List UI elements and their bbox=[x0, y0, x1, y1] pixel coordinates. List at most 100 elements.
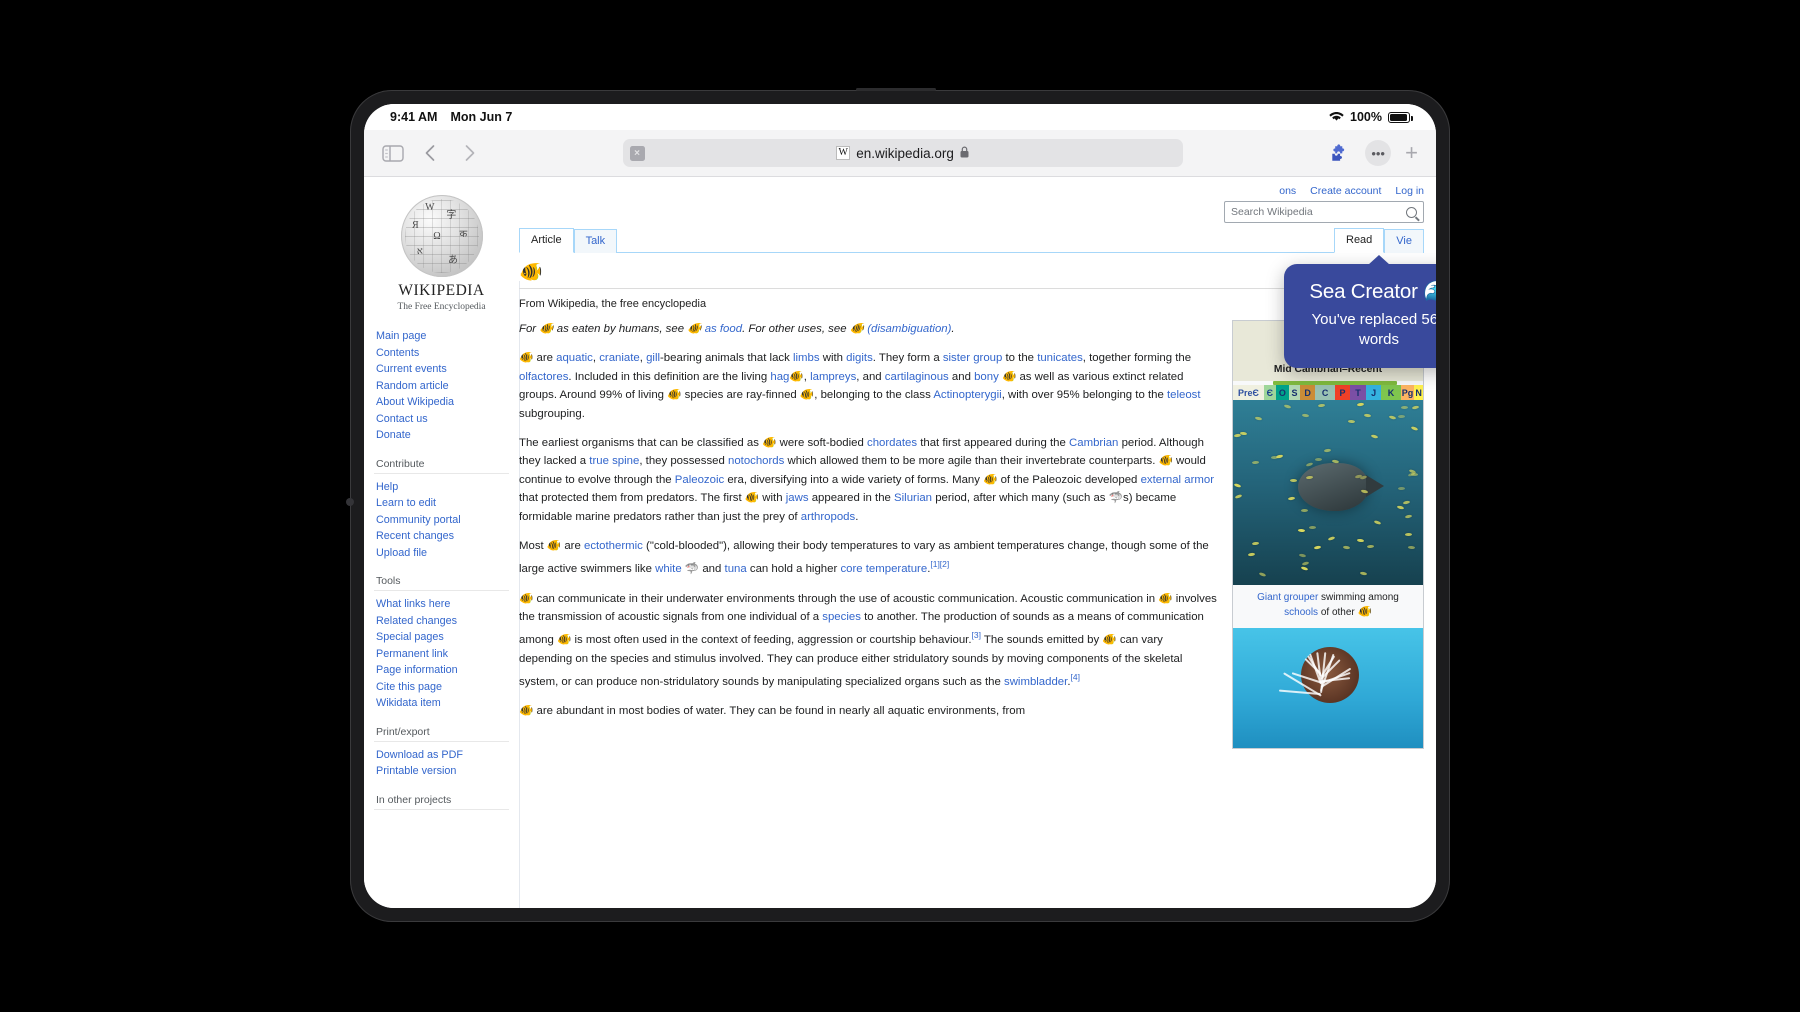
stop-loading-icon[interactable]: × bbox=[630, 146, 645, 161]
geologic-period-S[interactable]: S bbox=[1289, 385, 1300, 400]
sidebar-item-permanent-link[interactable]: Permanent link bbox=[374, 646, 509, 663]
sidebar-item-learn-to-edit[interactable]: Learn to edit bbox=[374, 495, 509, 512]
sidebar-item-special-pages[interactable]: Special pages bbox=[374, 629, 509, 646]
page-title: 🐠 bbox=[519, 263, 543, 282]
create-account-link[interactable]: Create account bbox=[1310, 185, 1381, 197]
article-link[interactable]: aquatic bbox=[556, 352, 593, 364]
article-link[interactable]: arthropods bbox=[801, 511, 855, 523]
article-link[interactable]: cartilaginous bbox=[885, 371, 949, 383]
article-link[interactable]: teleost bbox=[1167, 389, 1201, 401]
article-link[interactable]: tunicates bbox=[1037, 352, 1083, 364]
geologic-period-K[interactable]: K bbox=[1381, 385, 1400, 400]
geologic-period-O[interactable]: O bbox=[1276, 385, 1290, 400]
sidebar-item-wikidata-item[interactable]: Wikidata item bbox=[374, 695, 509, 712]
sidebar-item-help[interactable]: Help bbox=[374, 479, 509, 496]
article-link[interactable]: olfactores bbox=[519, 371, 568, 383]
search-icon[interactable] bbox=[1406, 207, 1417, 218]
article-link[interactable]: tuna bbox=[725, 563, 747, 575]
sidebar-item-about-wikipedia[interactable]: About Wikipedia bbox=[374, 394, 509, 411]
sidebar-item-page-information[interactable]: Page information bbox=[374, 662, 509, 679]
geologic-period-J[interactable]: J bbox=[1366, 385, 1382, 400]
address-bar[interactable]: × W en.wikipedia.org bbox=[623, 139, 1183, 167]
article-link[interactable]: lampreys bbox=[810, 371, 856, 383]
article-link[interactable]: Actinopterygii bbox=[933, 389, 1001, 401]
sidebar-item-contact-us[interactable]: Contact us bbox=[374, 411, 509, 428]
sidebar-item-printable-version[interactable]: Printable version bbox=[374, 763, 509, 780]
new-tab-icon[interactable]: + bbox=[1405, 140, 1418, 166]
lionfish-photo bbox=[1233, 628, 1423, 748]
article-link[interactable]: true spine bbox=[589, 455, 639, 467]
article-link[interactable]: Cambrian bbox=[1069, 437, 1118, 449]
article-link[interactable]: Giant grouper bbox=[1257, 592, 1318, 603]
sidebar-item-what-links-here[interactable]: What links here bbox=[374, 596, 509, 613]
article-link[interactable]: hag bbox=[770, 371, 789, 383]
tab-vie[interactable]: Vie bbox=[1384, 229, 1424, 253]
tab-article[interactable]: Article bbox=[519, 228, 574, 253]
wikipedia-search-box[interactable]: Search Wikipedia bbox=[1224, 201, 1424, 223]
article-link[interactable]: Silurian bbox=[894, 492, 932, 504]
geologic-period-PreЄ[interactable]: PreЄ bbox=[1233, 385, 1264, 400]
reference-marker[interactable]: [1][2] bbox=[930, 559, 949, 569]
sidebar-item-contents[interactable]: Contents bbox=[374, 345, 509, 362]
sidebar-group: Print/export Download as PDF Printable ver… bbox=[374, 726, 509, 780]
article-link[interactable]: (disambiguation) bbox=[864, 323, 951, 335]
article-link[interactable]: swimbladder bbox=[1004, 676, 1067, 688]
article-link[interactable]: white bbox=[655, 563, 682, 575]
school-fish-dot bbox=[1314, 458, 1321, 461]
sidebar-item-download-as-pdf[interactable]: Download as PDF bbox=[374, 747, 509, 764]
tab-read[interactable]: Read bbox=[1334, 228, 1384, 253]
article-link[interactable]: jaws bbox=[786, 492, 809, 504]
article-link[interactable]: as food bbox=[702, 323, 743, 335]
sidebar-item-donate[interactable]: Donate bbox=[374, 427, 509, 444]
article-link[interactable]: core temperature bbox=[840, 563, 927, 575]
sidebar-icon[interactable] bbox=[382, 145, 404, 162]
sidebar-item-current-events[interactable]: Current events bbox=[374, 361, 509, 378]
geologic-period-P[interactable]: P bbox=[1335, 385, 1351, 400]
chevron-left-icon[interactable] bbox=[420, 142, 442, 164]
article-link[interactable]: ectothermic bbox=[584, 540, 643, 552]
geologic-period-C[interactable]: C bbox=[1315, 385, 1334, 400]
sidebar-item-recent-changes[interactable]: Recent changes bbox=[374, 528, 509, 545]
article-link[interactable]: species bbox=[822, 611, 861, 623]
school-fish-dot bbox=[1234, 483, 1242, 488]
wikipedia-tagline: The Free Encyclopedia bbox=[374, 302, 509, 312]
more-menu-icon[interactable]: ••• bbox=[1365, 140, 1391, 166]
school-fish-dot bbox=[1357, 403, 1364, 407]
replaced-word-emoji: 🐠 bbox=[1158, 593, 1172, 605]
article-link[interactable]: external armor bbox=[1141, 474, 1214, 486]
article-link[interactable]: bony bbox=[974, 371, 999, 383]
geologic-period-N[interactable]: N bbox=[1414, 385, 1423, 400]
sidebar-item-random-article[interactable]: Random article bbox=[374, 378, 509, 395]
article-link[interactable]: limbs bbox=[793, 352, 820, 364]
geologic-period-Pg[interactable]: Pg bbox=[1401, 385, 1415, 400]
log-in-link[interactable]: Log in bbox=[1395, 185, 1424, 197]
article-link[interactable]: sister group bbox=[943, 352, 1003, 364]
geologic-period-Є[interactable]: Є bbox=[1264, 385, 1276, 400]
wikipedia-logo[interactable]: W 字 Я क Ω א あ WIKIPEDIA The Free Encyclo… bbox=[374, 191, 509, 314]
sidebar-item-related-changes[interactable]: Related changes bbox=[374, 613, 509, 630]
chevron-right-icon[interactable] bbox=[458, 142, 480, 164]
article-text: with bbox=[759, 492, 786, 504]
geologic-period-D[interactable]: D bbox=[1300, 385, 1316, 400]
article-link[interactable]: chordates bbox=[867, 437, 917, 449]
article-link[interactable]: gill bbox=[646, 352, 660, 364]
reference-marker[interactable]: [3] bbox=[972, 630, 981, 640]
article-link[interactable]: digits bbox=[846, 352, 873, 364]
school-fish-dot bbox=[1405, 514, 1412, 518]
article-text: and bbox=[699, 563, 724, 575]
tab-talk[interactable]: Talk bbox=[574, 229, 618, 253]
sidebar-item-community-portal[interactable]: Community portal bbox=[374, 512, 509, 529]
reference-marker[interactable]: [4] bbox=[1070, 672, 1079, 682]
user-link-contributions[interactable]: ons bbox=[1279, 185, 1296, 197]
school-fish-dot bbox=[1314, 545, 1321, 549]
article-link[interactable]: craniate bbox=[599, 352, 640, 364]
article-link[interactable]: Paleozoic bbox=[675, 474, 724, 486]
sidebar-item-upload-file[interactable]: Upload file bbox=[374, 545, 509, 562]
geologic-period-T[interactable]: T bbox=[1350, 385, 1366, 400]
article-link[interactable]: schools bbox=[1284, 607, 1318, 618]
sidebar-item-cite-this-page[interactable]: Cite this page bbox=[374, 679, 509, 696]
puzzle-icon[interactable] bbox=[1325, 140, 1351, 166]
sidebar-item-main-page[interactable]: Main page bbox=[374, 328, 509, 345]
wikipedia-globe-icon: W 字 Я क Ω א あ bbox=[401, 195, 483, 277]
article-link[interactable]: notochords bbox=[728, 455, 784, 467]
